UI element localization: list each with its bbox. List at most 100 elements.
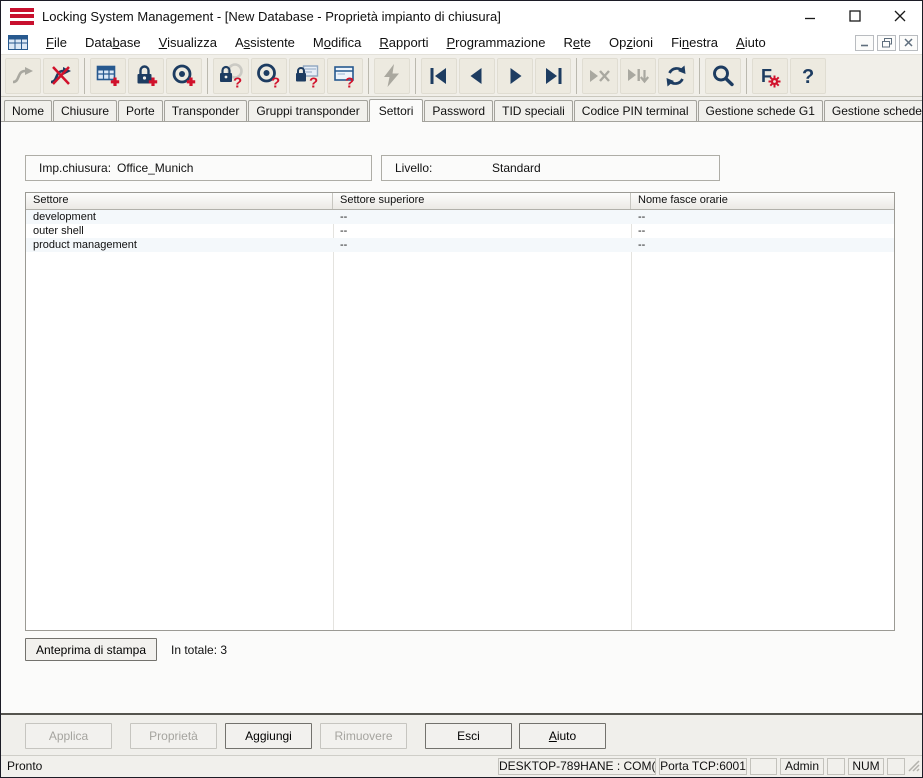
total-count-label: In totale: 3 xyxy=(171,643,227,657)
new-lock-button[interactable] xyxy=(128,58,164,94)
menu-item-aiuto[interactable]: Aiuto xyxy=(727,33,775,52)
help-dialog-button[interactable]: Aiuto xyxy=(519,723,606,749)
dialog-button-strip: Applica Proprietà Aggiungi Rimuovere Esc… xyxy=(1,713,922,755)
connect-button xyxy=(5,58,41,94)
locking-system-label: Imp.chiusura: xyxy=(26,161,117,175)
search-button[interactable] xyxy=(705,58,741,94)
table-row[interactable]: product management -- -- xyxy=(26,238,894,252)
tab-chiusure[interactable]: Chiusure xyxy=(53,100,117,121)
program-icon xyxy=(379,63,405,89)
read-network-button[interactable]: ? xyxy=(327,58,363,94)
connect-icon xyxy=(10,63,36,89)
last-record-button[interactable] xyxy=(535,58,571,94)
tab-tid-speciali[interactable]: TID speciali xyxy=(494,100,573,121)
column-header-settore-superiore[interactable]: Settore superiore xyxy=(333,193,631,209)
tab-gruppi-transponder[interactable]: Gruppi transponder xyxy=(248,100,367,121)
menu-item-programmazione[interactable]: Programmazione xyxy=(438,33,555,52)
read-mifare-lock-icon: ? xyxy=(294,63,320,89)
sectors-table: Settore Settore superiore Nome fasce ora… xyxy=(25,192,895,631)
status-host-field: DESKTOP-789HANE : COM(*) xyxy=(498,758,656,775)
close-icon[interactable] xyxy=(877,1,922,31)
status-ready-label: Pronto xyxy=(7,759,42,773)
toolbar-separator xyxy=(368,58,369,94)
read-mifare-lock-button[interactable]: ? xyxy=(289,58,325,94)
level-field: Livello: Standard xyxy=(381,155,720,181)
status-user-field: Admin xyxy=(780,758,824,775)
tab-gestione-schede-g2[interactable]: Gestione schede G2 xyxy=(824,100,923,121)
toolbar-separator xyxy=(84,58,85,94)
tab-codice-pin-terminal[interactable]: Codice PIN terminal xyxy=(574,100,697,121)
simonsvoss-logo-icon xyxy=(10,8,34,25)
svg-text:?: ? xyxy=(802,66,814,88)
first-record-icon xyxy=(426,63,452,89)
table-row[interactable]: development -- -- xyxy=(26,210,894,224)
menu-item-rapporti[interactable]: Rapporti xyxy=(370,33,437,52)
cancel-action-icon xyxy=(587,63,613,89)
disconnect-button[interactable] xyxy=(43,58,79,94)
svg-text:?: ? xyxy=(309,74,318,89)
document-icon[interactable] xyxy=(8,35,28,50)
table-header: Settore Settore superiore Nome fasce ora… xyxy=(26,193,894,210)
toolbar-separator xyxy=(207,58,208,94)
maximize-icon[interactable] xyxy=(832,1,877,31)
print-preview-button[interactable]: Anteprima di stampa xyxy=(25,638,157,661)
tab-settori[interactable]: Settori xyxy=(369,99,424,122)
search-icon xyxy=(710,63,736,89)
read-transponder-button[interactable]: ? xyxy=(251,58,287,94)
tab-transponder[interactable]: Transponder xyxy=(164,100,248,121)
table-body: development -- -- outer shell -- -- prod… xyxy=(26,210,894,630)
next-record-button[interactable] xyxy=(497,58,533,94)
new-transponder-icon xyxy=(171,63,197,89)
tab-bar: Nome Chiusure Porte Transponder Gruppi t… xyxy=(1,97,922,122)
column-divider xyxy=(333,210,334,630)
menu-item-modifica[interactable]: Modifica xyxy=(304,33,370,52)
toolbar: ? ? ? ? xyxy=(1,54,922,97)
menu-item-database[interactable]: Database xyxy=(76,33,150,52)
mdi-minimize-icon[interactable] xyxy=(855,35,874,51)
column-header-settore[interactable]: Settore xyxy=(26,193,333,209)
refresh-button[interactable] xyxy=(658,58,694,94)
menu-item-visualizza[interactable]: Visualizza xyxy=(150,33,226,52)
disconnect-icon xyxy=(48,63,74,89)
svg-text:?: ? xyxy=(345,74,354,89)
next-record-icon xyxy=(502,63,528,89)
tab-password[interactable]: Password xyxy=(424,100,493,121)
exit-button[interactable]: Esci xyxy=(425,723,512,749)
settori-panel: Imp.chiusura: Office_Munich Livello: Sta… xyxy=(1,122,922,713)
first-record-button[interactable] xyxy=(421,58,457,94)
resize-grip-icon[interactable] xyxy=(907,759,920,775)
read-lock-icon: ? xyxy=(218,63,244,89)
status-empty-field xyxy=(887,758,905,775)
svg-text:?: ? xyxy=(233,74,242,89)
tab-gestione-schede-g1[interactable]: Gestione schede G1 xyxy=(698,100,823,121)
status-bar: Pronto DESKTOP-789HANE : COM(*) Porta TC… xyxy=(1,755,922,777)
previous-record-icon xyxy=(464,63,490,89)
help-button[interactable]: ? xyxy=(790,58,826,94)
filter-options-icon: F xyxy=(757,63,783,89)
menu-item-rete[interactable]: Rete xyxy=(555,33,600,52)
menu-item-opzioni[interactable]: Opzioni xyxy=(600,33,662,52)
add-button[interactable]: Aggiungi xyxy=(225,723,312,749)
post-record-button xyxy=(620,58,656,94)
previous-record-button[interactable] xyxy=(459,58,495,94)
toolbar-separator xyxy=(576,58,577,94)
new-locking-system-button[interactable] xyxy=(90,58,126,94)
table-row[interactable]: outer shell -- -- xyxy=(26,224,894,238)
mdi-restore-icon[interactable] xyxy=(877,35,896,51)
refresh-icon xyxy=(663,63,689,89)
mdi-close-icon[interactable] xyxy=(899,35,918,51)
filter-options-button[interactable]: F xyxy=(752,58,788,94)
menu-item-assistente[interactable]: Assistente xyxy=(226,33,304,52)
help-icon: ? xyxy=(795,63,821,89)
menu-item-finestra[interactable]: Finestra xyxy=(662,33,727,52)
remove-button: Rimuovere xyxy=(320,723,407,749)
toolbar-separator xyxy=(746,58,747,94)
new-transponder-button[interactable] xyxy=(166,58,202,94)
tab-nome[interactable]: Nome xyxy=(4,100,52,121)
tab-porte[interactable]: Porte xyxy=(118,100,163,121)
column-header-nome-fasce-orarie[interactable]: Nome fasce orarie xyxy=(631,193,894,209)
minimize-icon[interactable] xyxy=(787,1,832,31)
menu-item-file[interactable]: File xyxy=(37,33,76,52)
read-lock-button[interactable]: ? xyxy=(213,58,249,94)
read-transponder-icon: ? xyxy=(256,63,282,89)
